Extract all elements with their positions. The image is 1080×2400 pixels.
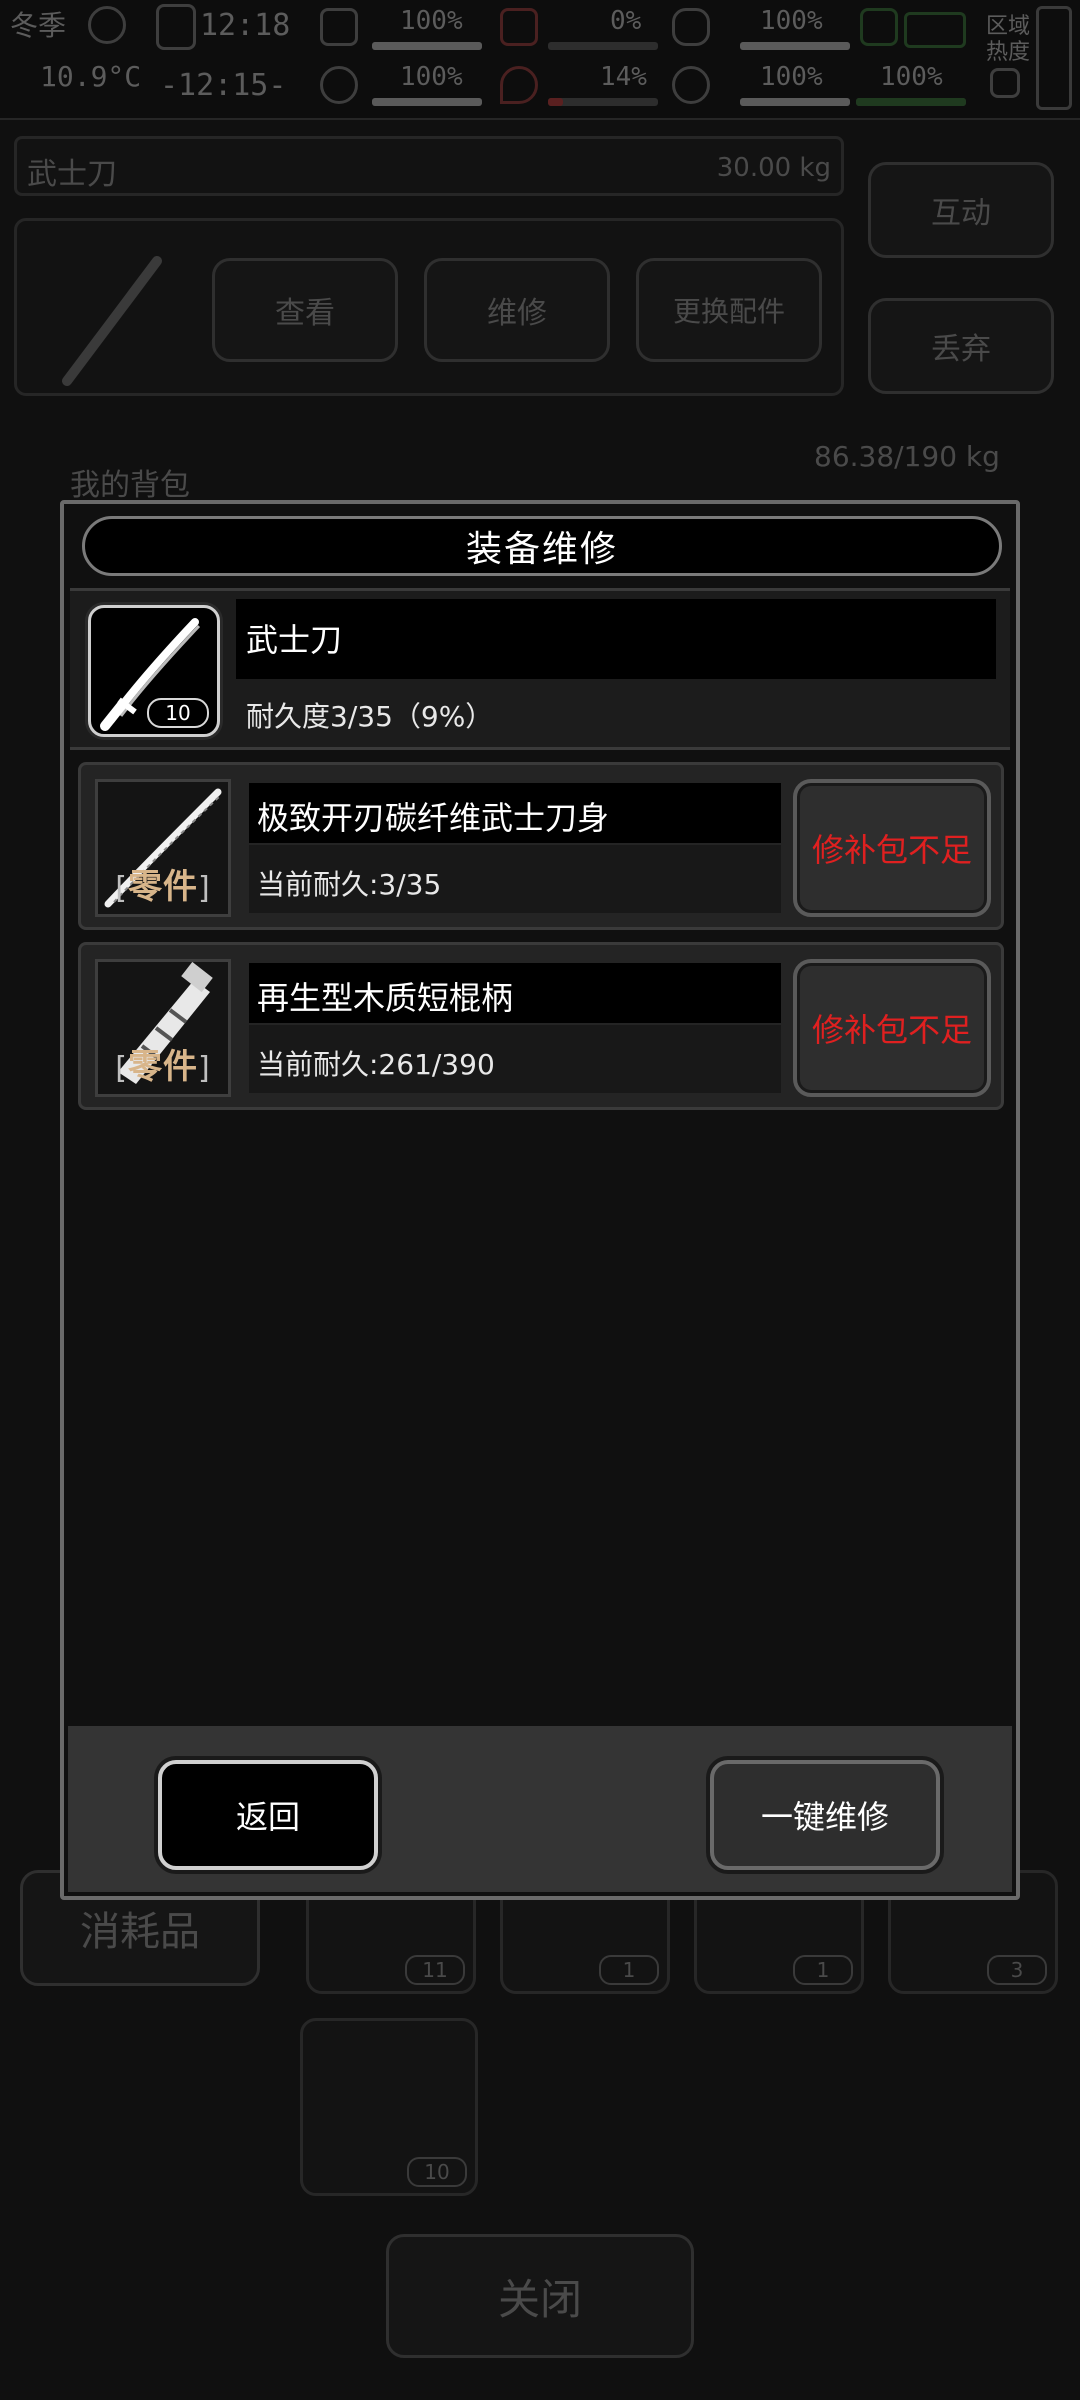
mood-bar bbox=[740, 98, 850, 106]
bg-item-title: 武士刀 bbox=[27, 157, 117, 192]
bg-close-button[interactable]: 关闭 bbox=[386, 2234, 694, 2358]
season-text: 冬季 bbox=[10, 9, 67, 42]
thirst-bar bbox=[548, 98, 658, 106]
bg-slot[interactable]: 10 bbox=[300, 2018, 478, 2196]
area-heat-label: 区域热度 bbox=[986, 14, 1031, 65]
bg-view-button[interactable]: 查看 bbox=[212, 258, 398, 362]
part-durability: 当前耐久:261/390 bbox=[257, 1048, 495, 1081]
part-card: [零件] 极致开刃碳纤维武士刀身 当前耐久:3/35 修补包不足 bbox=[78, 762, 1004, 930]
bg-slot-count: 1 bbox=[599, 1955, 659, 1985]
bg-interact-button[interactable]: 互动 bbox=[868, 162, 1054, 258]
part-name: 极致开刃碳纤维武士刀身 bbox=[257, 799, 610, 837]
part-info-bar: 当前耐久:261/390 bbox=[249, 1025, 781, 1093]
heat-meter bbox=[1036, 6, 1072, 110]
repair-all-button[interactable]: 一键维修 bbox=[710, 1760, 940, 1870]
clock-text: 12:18 bbox=[200, 8, 291, 43]
bg-backpack-weight: 86.38/190 kg bbox=[814, 440, 1000, 473]
temperature-text: 10.9°C bbox=[40, 60, 142, 93]
sanity-percent: 100% bbox=[880, 62, 943, 92]
part-tag: [零件] bbox=[115, 1047, 211, 1087]
stamina-bar bbox=[740, 42, 850, 50]
part-name-bar: 再生型木质短棍柄 bbox=[249, 963, 781, 1023]
health-bar bbox=[372, 42, 482, 50]
flag-icon bbox=[904, 12, 966, 48]
back-button[interactable]: 返回 bbox=[158, 1760, 378, 1870]
modal-footer: 返回 一键维修 bbox=[68, 1726, 1012, 1892]
sanity-bar bbox=[856, 98, 966, 106]
part-tag: [零件] bbox=[115, 867, 211, 907]
equipment-summary: 10 武士刀 耐久度3/35（9%） bbox=[70, 588, 1010, 750]
mood-percent: 100% bbox=[760, 62, 823, 92]
repair-modal: 装备维修 10 武士刀 耐久度3/35（9%） [零件] 极致开刃碳纤维武士刀身… bbox=[60, 500, 1020, 1900]
thirst-percent: 14% bbox=[600, 62, 647, 92]
stomach-icon bbox=[500, 8, 538, 46]
status-bar: 冬季 12:18 10.9°C -12:15- 100% 100% 0% 14%… bbox=[0, 0, 1080, 120]
repair-part-button[interactable]: 修补包不足 bbox=[793, 779, 991, 917]
bg-replace-button[interactable]: 更换配件 bbox=[636, 258, 822, 362]
part-name: 再生型木质短棍柄 bbox=[257, 979, 514, 1017]
equipment-count: 10 bbox=[147, 698, 209, 728]
hunger-percent: 0% bbox=[610, 6, 642, 36]
brain-icon bbox=[320, 66, 358, 104]
equipment-name: 武士刀 bbox=[246, 621, 343, 659]
part-card: [零件] 再生型木质短棍柄 当前耐久:261/390 修补包不足 bbox=[78, 942, 1004, 1110]
digit-box-icon bbox=[156, 4, 196, 50]
part-info-bar: 当前耐久:3/35 bbox=[249, 845, 781, 913]
part-icon-slot: [零件] bbox=[95, 779, 231, 917]
bg-slot-count: 10 bbox=[407, 2157, 467, 2187]
part-icon-slot: [零件] bbox=[95, 959, 231, 1097]
speaker-icon[interactable] bbox=[990, 68, 1020, 98]
time-text: -12:15- bbox=[160, 68, 287, 103]
boot-icon bbox=[860, 8, 898, 46]
health-percent: 100% bbox=[400, 6, 463, 36]
stamina-icon bbox=[672, 8, 710, 46]
repair-part-label: 修补包不足 bbox=[811, 1011, 972, 1049]
part-tag-label: 零件 bbox=[128, 1047, 198, 1087]
part-tag-label: 零件 bbox=[128, 867, 198, 907]
mental-percent: 100% bbox=[400, 62, 463, 92]
katana-icon bbox=[62, 256, 162, 386]
modal-title: 装备维修 bbox=[465, 529, 618, 570]
hunger-bar bbox=[548, 42, 658, 50]
part-durability: 当前耐久:3/35 bbox=[257, 868, 442, 901]
bg-repair-button[interactable]: 维修 bbox=[424, 258, 610, 362]
modal-title-bar: 装备维修 bbox=[82, 516, 1002, 576]
stamina-percent: 100% bbox=[760, 6, 823, 36]
sun-icon bbox=[88, 6, 126, 44]
part-name-bar: 极致开刃碳纤维武士刀身 bbox=[249, 783, 781, 843]
bg-interact-label: 互动 bbox=[931, 196, 991, 231]
bg-slot-count: 11 bbox=[405, 1955, 465, 1985]
bg-discard-button[interactable]: 丢弃 bbox=[868, 298, 1054, 394]
heart-icon bbox=[672, 66, 710, 104]
equipment-icon-slot: 10 bbox=[88, 605, 220, 737]
equipment-durability: 耐久度3/35（9%） bbox=[246, 700, 494, 733]
bg-item-weight: 30.00 kg bbox=[716, 153, 831, 183]
item-title-strip: 武士刀 30.00 kg bbox=[14, 136, 844, 196]
repair-part-label: 修补包不足 bbox=[811, 831, 972, 869]
equipment-name-bar: 武士刀 bbox=[236, 599, 996, 679]
medkit-icon bbox=[320, 8, 358, 46]
repair-part-button[interactable]: 修补包不足 bbox=[793, 959, 991, 1097]
bg-slot-count: 1 bbox=[793, 1955, 853, 1985]
bg-backpack-label: 我的背包 bbox=[70, 468, 190, 503]
water-drop-icon bbox=[500, 66, 538, 104]
bg-slot-count: 3 bbox=[987, 1955, 1047, 1985]
mental-bar bbox=[372, 98, 482, 106]
